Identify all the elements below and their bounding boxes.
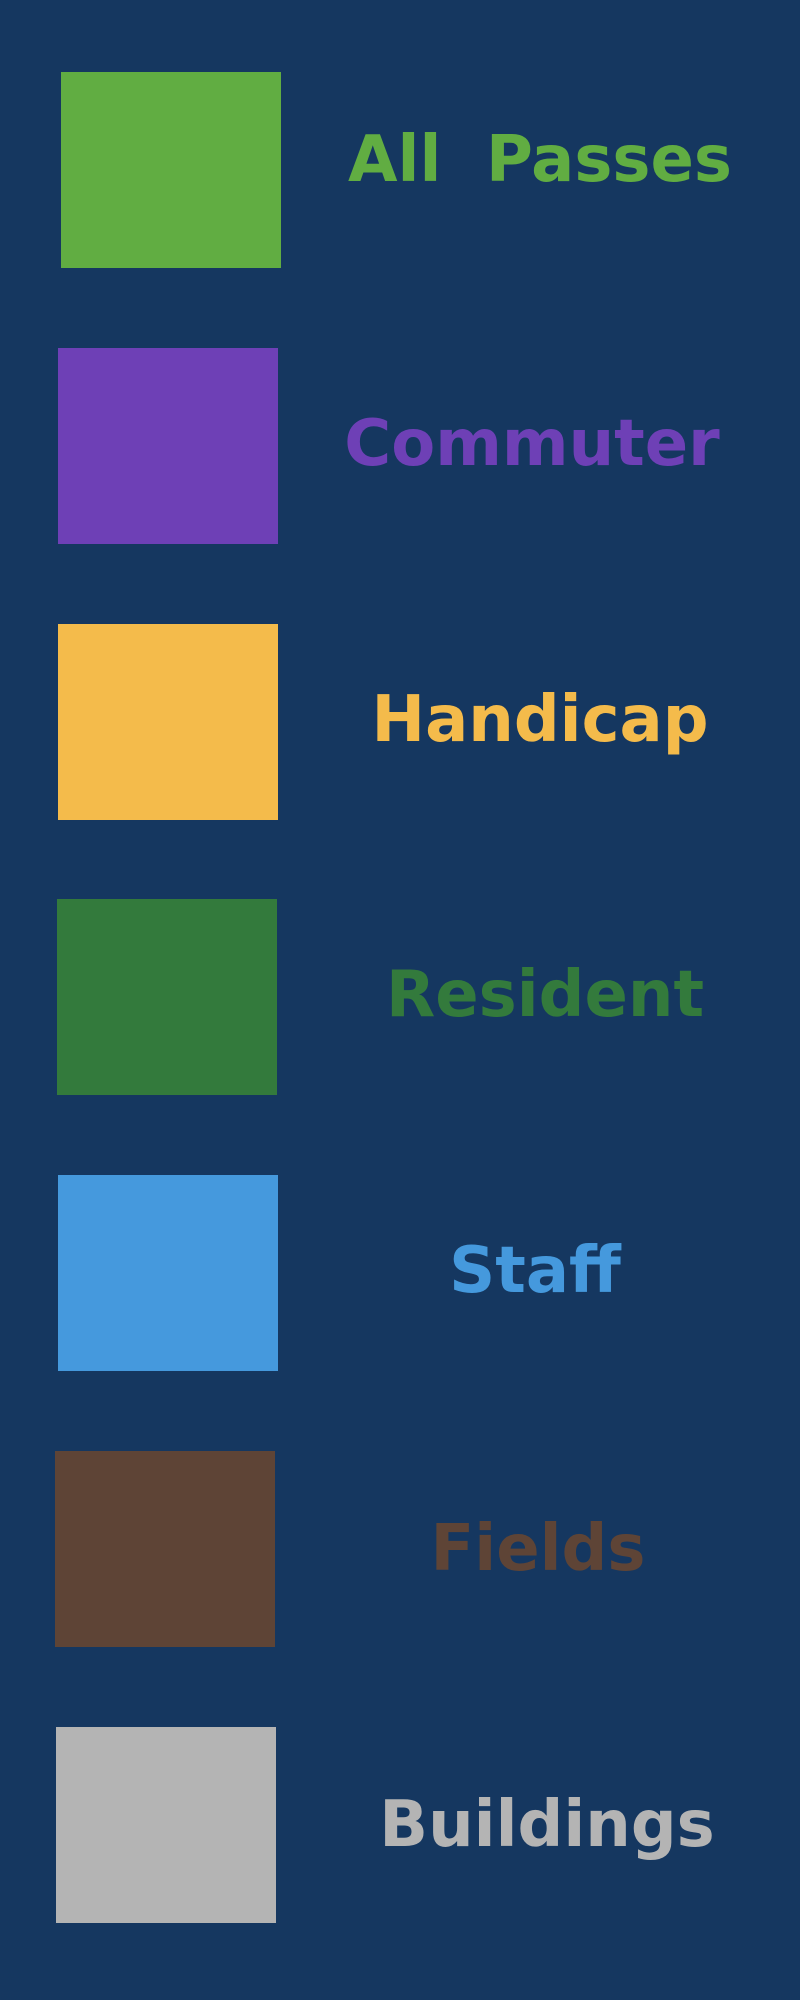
legend-label-all-passes[interactable]: All Passes <box>300 62 780 258</box>
parking-legend: All Passes Commuter Handicap Resident St… <box>0 0 800 2000</box>
legend-swatch-all-passes[interactable] <box>61 72 281 268</box>
legend-item-all-passes[interactable]: All Passes <box>0 72 800 268</box>
legend-swatch-resident[interactable] <box>57 899 277 1095</box>
legend-item-resident[interactable]: Resident <box>0 899 800 1095</box>
legend-item-buildings[interactable]: Buildings <box>0 1727 800 1923</box>
legend-label-fields[interactable]: Fields <box>298 1451 778 1647</box>
legend-item-handicap[interactable]: Handicap <box>0 624 800 820</box>
legend-swatch-staff[interactable] <box>58 1175 278 1371</box>
legend-swatch-fields[interactable] <box>55 1451 275 1647</box>
legend-label-staff[interactable]: Staff <box>295 1173 775 1369</box>
legend-label-commuter[interactable]: Commuter <box>292 346 772 542</box>
legend-label-buildings[interactable]: Buildings <box>307 1727 787 1923</box>
legend-item-staff[interactable]: Staff <box>0 1175 800 1371</box>
legend-swatch-buildings[interactable] <box>56 1727 276 1923</box>
legend-swatch-commuter[interactable] <box>58 348 278 544</box>
legend-swatch-handicap[interactable] <box>58 624 278 820</box>
legend-label-handicap[interactable]: Handicap <box>300 622 780 818</box>
legend-label-resident[interactable]: Resident <box>305 897 785 1093</box>
legend-item-fields[interactable]: Fields <box>0 1451 800 1647</box>
legend-item-commuter[interactable]: Commuter <box>0 348 800 544</box>
